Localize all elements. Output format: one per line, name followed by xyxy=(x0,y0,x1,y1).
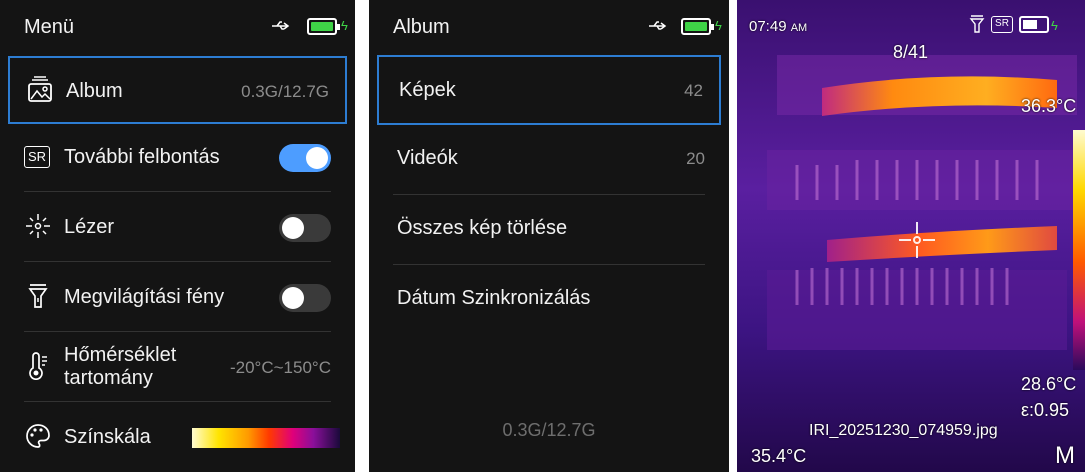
menu-item-label: Lézer xyxy=(64,216,115,238)
battery-icon xyxy=(1019,16,1049,33)
divider xyxy=(24,191,331,192)
album-item-videos[interactable]: Videók 20 xyxy=(377,125,721,195)
flashlight-icon xyxy=(28,284,48,308)
min-temperature: 28.6°C xyxy=(1021,374,1077,394)
thermometer-icon xyxy=(29,352,47,380)
menu-item-palette[interactable]: Színskála xyxy=(8,404,347,472)
flashlight-toggle[interactable] xyxy=(279,284,331,312)
album-item-label: Képek xyxy=(399,79,456,101)
battery-icon xyxy=(307,18,340,35)
screen-title: Menü xyxy=(24,16,75,38)
file-name: IRI_20251230_074959.jpg xyxy=(809,422,998,439)
color-palette-preview xyxy=(192,428,340,448)
clock: 07:49 xyxy=(749,18,787,35)
menu-item-laser[interactable]: Lézer xyxy=(8,194,347,262)
status-bar: Album ϟ xyxy=(369,0,729,52)
battery-icon xyxy=(681,18,714,35)
menu-item-label: Album xyxy=(66,80,123,102)
screen-title: Album xyxy=(393,16,450,38)
temperature-range-value: -20°C~150°C xyxy=(229,358,331,377)
center-temperature: 35.4°C xyxy=(751,446,807,466)
menu-item-label-line2: tartomány xyxy=(64,367,153,389)
palette-icon xyxy=(26,424,50,448)
flashlight-icon xyxy=(969,15,985,33)
storage-value: 0.3G/12.7G xyxy=(241,82,329,101)
menu-item-super-resolution[interactable]: SR További felbontás xyxy=(8,124,347,192)
divider xyxy=(24,401,331,402)
laser-toggle[interactable] xyxy=(279,214,331,242)
menu-item-label: Megvilágítási fény xyxy=(64,286,225,308)
thermal-image-viewer[interactable]: 07:49 AM 8/41 SR ϟ 36.3°C 28.6°C ε:0.95 … xyxy=(737,0,1085,472)
videos-count: 20 xyxy=(686,149,705,168)
menu-item-flashlight[interactable]: Megvilágítási fény xyxy=(8,264,347,332)
album-item-label: Dátum Szinkronizálás xyxy=(397,287,591,309)
emissivity: ε:0.95 xyxy=(1021,400,1070,420)
album-screen: Album ϟ Képek 42 Videók 20 Összes kép tö… xyxy=(369,0,729,472)
status-bar: Menü ϟ xyxy=(0,0,355,52)
max-temperature: 36.3°C xyxy=(1021,96,1077,116)
album-item-delete-all[interactable]: Összes kép törlése xyxy=(377,195,721,265)
menu-item-label: További felbontás xyxy=(64,146,220,168)
album-item-label: Videók xyxy=(397,147,458,169)
mode-indicator: M xyxy=(1055,442,1075,469)
charging-icon: ϟ xyxy=(715,18,722,33)
menu-screen: Menü ϟ Album 0.3G/12.7G SR További felbo… xyxy=(0,0,355,472)
image-counter: 8/41 xyxy=(893,42,929,62)
menu-item-album[interactable]: Album 0.3G/12.7G xyxy=(8,56,347,124)
laser-icon xyxy=(26,214,50,238)
album-icon xyxy=(28,76,52,102)
storage-usage: 0.3G/12.7G xyxy=(502,420,596,440)
album-item-date-sync[interactable]: Dátum Szinkronizálás xyxy=(377,265,721,335)
usb-icon xyxy=(649,21,667,30)
menu-item-label: Színskála xyxy=(64,426,151,448)
am-pm: AM xyxy=(790,22,808,34)
charging-icon: ϟ xyxy=(341,18,348,33)
album-item-images[interactable]: Képek 42 xyxy=(377,55,721,125)
usb-icon xyxy=(272,21,290,30)
album-item-label: Összes kép törlése xyxy=(397,217,568,239)
sr-icon: SR xyxy=(24,146,50,168)
super-resolution-toggle[interactable] xyxy=(279,144,331,172)
divider xyxy=(24,261,331,262)
sr-badge: SR xyxy=(991,16,1013,33)
menu-item-temperature-range[interactable]: Hőmérséklet tartomány -20°C~150°C xyxy=(8,334,347,402)
divider xyxy=(24,331,331,332)
charging-icon: ϟ xyxy=(1051,18,1058,33)
menu-item-label-line1: Hőmérséklet xyxy=(64,344,177,366)
images-count: 42 xyxy=(684,81,703,100)
